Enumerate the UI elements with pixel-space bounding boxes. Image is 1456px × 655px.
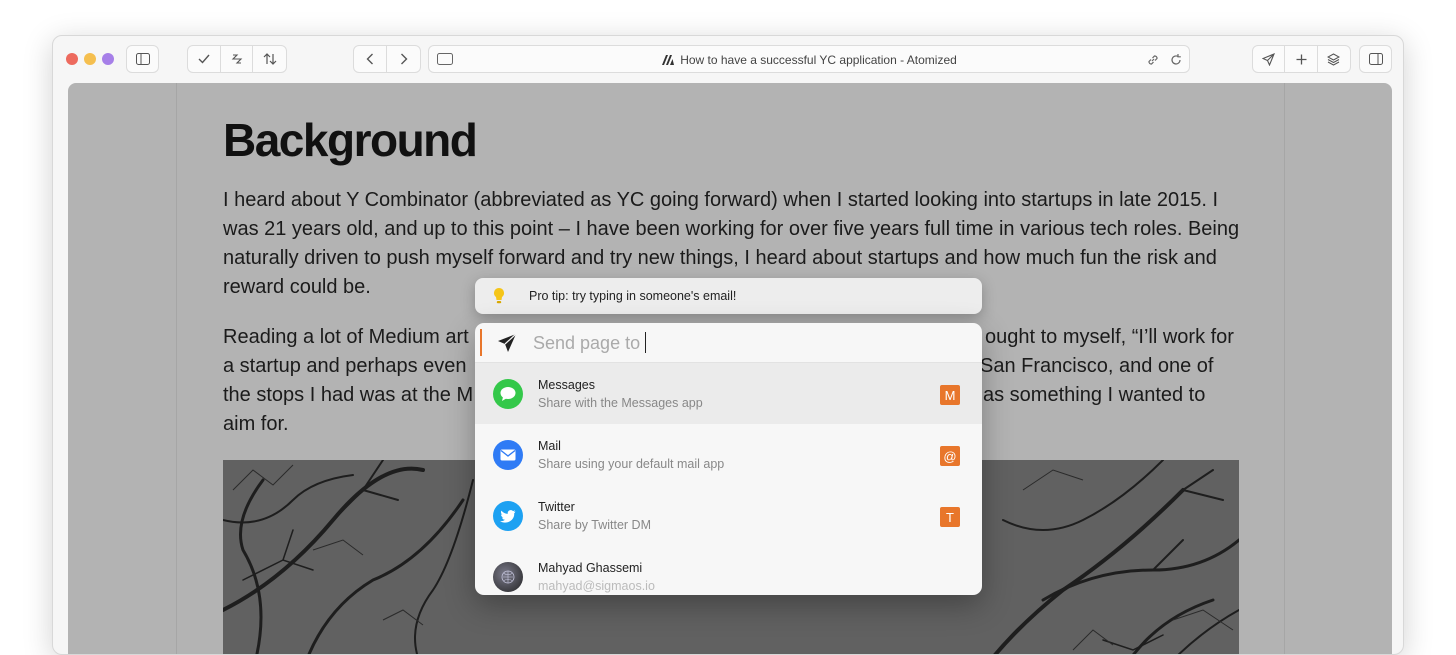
up-down-arrows-icon <box>263 53 277 65</box>
sort-button[interactable] <box>253 46 286 72</box>
zzz-icon <box>231 54 242 64</box>
right-sidebar-icon <box>1368 53 1383 65</box>
check-button[interactable] <box>188 46 221 72</box>
pro-tip-banner: Pro tip: try typing in someone's email! <box>475 278 982 314</box>
layers-icon <box>1327 52 1341 66</box>
lightbulb-icon <box>494 288 504 304</box>
share-option-title: Mail <box>538 439 561 453</box>
chevron-right-icon <box>400 53 407 65</box>
sleep-button[interactable] <box>221 46 254 72</box>
actions-button-group <box>1252 45 1351 73</box>
close-window-button[interactable] <box>66 53 78 65</box>
navigation-button-group <box>353 45 421 73</box>
paper-plane-icon <box>498 333 517 352</box>
atomized-logo-icon <box>662 55 675 65</box>
paragraph-line-fragment: a startup and perhaps even <box>223 355 467 377</box>
page-title-text: How to have a successful YC application … <box>680 53 957 67</box>
share-option-title: Mahyad Ghassemi <box>538 561 643 575</box>
twitter-icon <box>493 501 523 531</box>
share-option-subtitle: Share by Twitter DM <box>538 518 652 532</box>
paragraph-line-fragment: San Francisco, and one of <box>980 355 1214 377</box>
send-page-panel: Messages Share with the Messages app M M… <box>475 323 982 595</box>
column-divider <box>1284 83 1285 654</box>
toolbar: How to have a successful YC application … <box>53 36 1403 82</box>
share-option-subtitle: Share using your default mail app <box>538 457 725 471</box>
page-title: How to have a successful YC application … <box>429 53 1189 67</box>
focus-indicator <box>480 329 482 356</box>
shortcut-badge: M <box>940 385 960 405</box>
sidebar-toggle-button[interactable] <box>126 45 159 73</box>
avatar <box>493 562 523 592</box>
paragraph-line-fragment: the stops I had was at the M <box>223 384 474 406</box>
share-option-title: Messages <box>538 378 595 392</box>
paragraph-line-fragment: Reading a lot of Medium art <box>223 326 469 348</box>
share-option-subtitle: mahyad@sigmaos.io <box>538 579 655 593</box>
minimize-window-button[interactable] <box>84 53 96 65</box>
share-option-contact[interactable]: Mahyad Ghassemi mahyad@sigmaos.io <box>475 546 982 595</box>
address-bar[interactable]: How to have a successful YC application … <box>428 45 1190 73</box>
share-option-mail[interactable]: Mail Share using your default mail app @ <box>475 424 982 485</box>
new-tab-button[interactable] <box>1285 46 1318 72</box>
mail-icon <box>493 440 523 470</box>
shortcut-badge: @ <box>940 446 960 466</box>
plus-icon <box>1296 54 1307 64</box>
paragraph-line-fragment: ought to myself, “I’ll work for <box>985 326 1234 348</box>
checkmark-icon <box>198 54 210 64</box>
send-button[interactable] <box>1253 46 1286 72</box>
chevron-left-icon <box>366 53 373 65</box>
right-sidebar-toggle-button[interactable] <box>1359 45 1392 73</box>
text-caret <box>645 332 646 353</box>
paper-plane-icon <box>1262 52 1276 66</box>
task-button-group <box>187 45 287 73</box>
article-heading: Background <box>223 114 478 166</box>
maximize-window-button[interactable] <box>102 53 114 65</box>
share-option-title: Twitter <box>538 500 575 514</box>
share-option-messages[interactable]: Messages Share with the Messages app M <box>475 363 982 424</box>
column-divider <box>176 83 177 654</box>
share-option-twitter[interactable]: Twitter Share by Twitter DM T <box>475 485 982 546</box>
send-search-row <box>475 323 982 363</box>
reload-icon[interactable] <box>1169 53 1183 67</box>
back-button[interactable] <box>354 46 387 72</box>
pro-tip-text: Pro tip: try typing in someone's email! <box>529 289 737 303</box>
paragraph-line-fragment: aim for. <box>223 413 289 435</box>
shortcut-badge: T <box>940 507 960 527</box>
link-icon[interactable] <box>1146 53 1160 67</box>
paragraph-line-fragment: as something I wanted to <box>983 384 1206 406</box>
workspaces-button[interactable] <box>1318 46 1350 72</box>
sidebar-icon <box>135 53 150 65</box>
share-option-subtitle: Share with the Messages app <box>538 396 703 410</box>
forward-button[interactable] <box>387 46 420 72</box>
messages-icon <box>493 379 523 409</box>
send-page-input[interactable] <box>533 331 953 355</box>
